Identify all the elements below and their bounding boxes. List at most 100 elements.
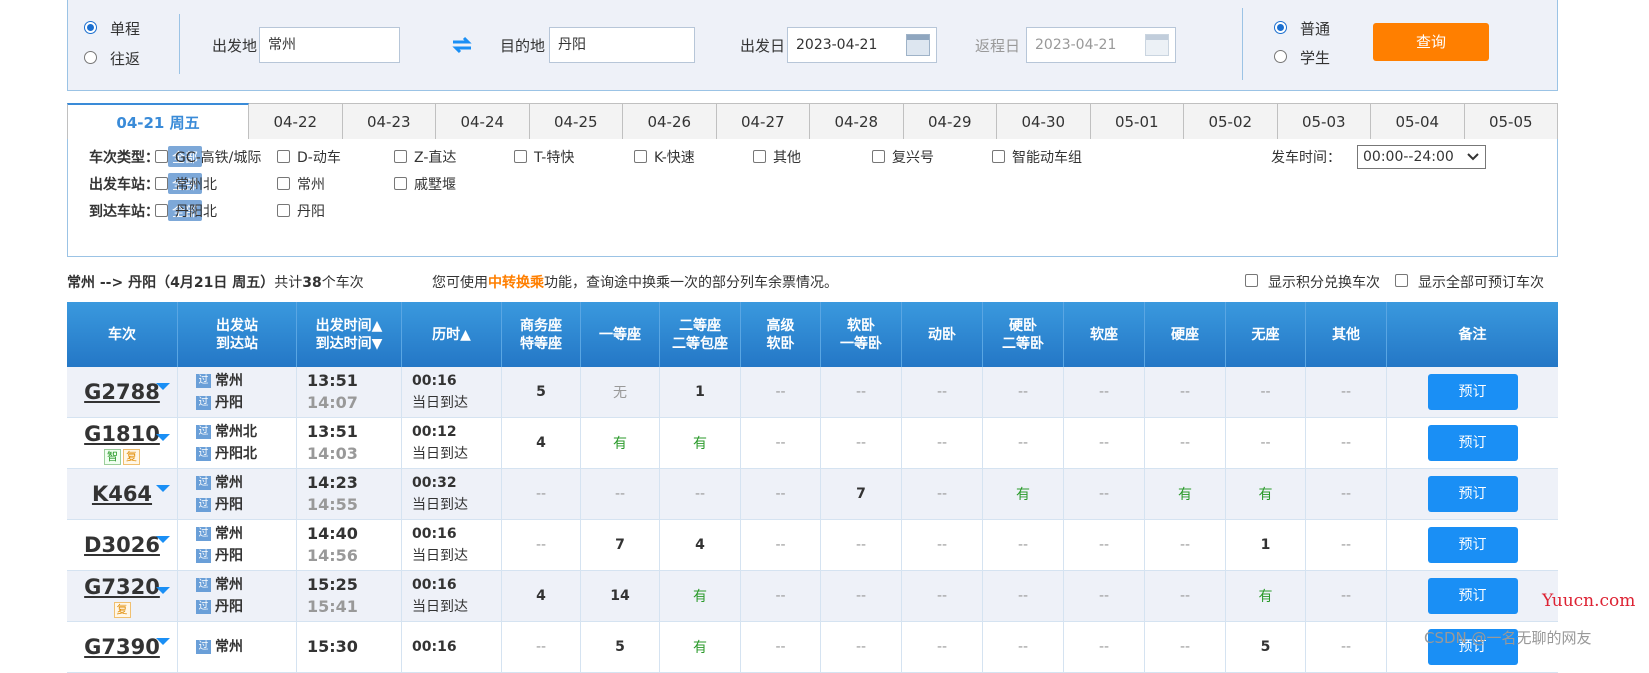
from-station-line: 过常州 <box>196 370 243 392</box>
train-number[interactable]: G7320 <box>84 575 160 599</box>
seat-availability[interactable]: 14 <box>581 571 660 621</box>
checkbox-box <box>634 150 647 163</box>
seat-availability: -- <box>821 367 902 417</box>
expand-stops-icon[interactable] <box>156 485 170 492</box>
date-tab[interactable]: 04-25 <box>529 103 623 140</box>
date-tab[interactable]: 04-26 <box>623 103 717 140</box>
ticket-student-radio[interactable] <box>1274 50 1287 67</box>
seat-availability[interactable]: 有 <box>1145 469 1226 519</box>
csdn-watermark: CSDN @一名无聊的网友 <box>1424 629 1592 647</box>
seat-availability[interactable]: 4 <box>502 571 581 621</box>
from-input[interactable]: 常州 <box>259 27 400 63</box>
filter-checkbox[interactable] <box>634 150 647 167</box>
train-number[interactable]: K464 <box>92 482 152 506</box>
seat-availability[interactable]: 1 <box>660 367 741 417</box>
filter-checkbox[interactable] <box>155 177 168 194</box>
trip-round-radio[interactable] <box>84 51 97 68</box>
trip-oneway-radio[interactable] <box>84 21 97 38</box>
seat-availability[interactable]: 有 <box>1226 469 1306 519</box>
filter-checkbox[interactable] <box>277 177 290 194</box>
train-number[interactable]: G1810 <box>84 422 160 446</box>
query-button[interactable]: 查询 <box>1373 23 1489 61</box>
transfer-link[interactable]: 中转换乘 <box>488 275 544 291</box>
date-tab[interactable]: 04-28 <box>810 103 904 140</box>
arrive-station-label: 到达车站： <box>89 204 159 220</box>
points-trains-checkbox[interactable] <box>1245 274 1258 291</box>
seat-availability[interactable]: 5 <box>581 622 660 672</box>
filter-checkbox[interactable] <box>277 150 290 167</box>
seat-availability[interactable]: 5 <box>502 367 581 417</box>
hint-suffix: 功能，查询途中换乘一次的部分列车余票情况。 <box>544 275 838 291</box>
date-tab[interactable]: 05-04 <box>1371 103 1465 140</box>
seat-availability[interactable]: 有 <box>581 418 660 468</box>
seat-availability[interactable]: 有 <box>1226 571 1306 621</box>
expand-stops-icon[interactable] <box>156 536 170 543</box>
date-tab[interactable]: 05-03 <box>1277 103 1371 140</box>
date-tab[interactable]: 04-21 周五 <box>67 103 249 140</box>
filter-checkbox[interactable] <box>155 150 168 167</box>
date-tab[interactable]: 05-02 <box>1184 103 1278 140</box>
date-tab[interactable]: 05-01 <box>1090 103 1184 140</box>
expand-stops-icon[interactable] <box>156 383 170 390</box>
checkbox-box <box>394 177 407 190</box>
pass-through-badge: 过 <box>196 396 211 410</box>
date-tab[interactable]: 04-23 <box>342 103 436 140</box>
seat-availability[interactable]: 5 <box>1226 622 1306 672</box>
seat-availability: -- <box>902 520 983 570</box>
station-cell: 过常州 <box>178 622 297 672</box>
filter-checkbox[interactable] <box>155 204 168 221</box>
train-number[interactable]: G7390 <box>84 635 160 659</box>
trip-oneway-label: 单程 <box>110 20 141 38</box>
seat-availability[interactable]: 有 <box>983 469 1064 519</box>
ticket-normal-radio[interactable] <box>1274 21 1287 38</box>
train-number[interactable]: G2788 <box>84 380 160 404</box>
date-tab[interactable]: 04-30 <box>997 103 1091 140</box>
filter-panel: 车次类型： 全部 GC-高铁/城际 D-动车 Z-直达 T-特快 K-快速 其他 复兴号 智能… <box>67 139 1558 257</box>
duration: 00:32 <box>412 475 457 491</box>
book-button[interactable]: 预订 <box>1427 374 1518 410</box>
seat-availability[interactable]: 4 <box>660 520 741 570</box>
expand-stops-icon[interactable] <box>156 587 170 594</box>
date-tab[interactable]: 05-05 <box>1464 103 1558 140</box>
expand-stops-icon[interactable] <box>156 638 170 645</box>
book-button[interactable]: 预订 <box>1427 425 1518 461</box>
train-number[interactable]: D3026 <box>84 533 160 557</box>
seat-availability[interactable]: 有 <box>660 571 741 621</box>
filter-checkbox[interactable] <box>872 150 885 167</box>
filter-checkbox[interactable] <box>394 150 407 167</box>
column-header[interactable]: 历时▲ <box>402 302 502 367</box>
seat-availability[interactable]: 有 <box>660 418 741 468</box>
all-bookable-checkbox[interactable] <box>1395 274 1408 291</box>
calendar-icon[interactable] <box>906 34 930 56</box>
book-button[interactable]: 预订 <box>1427 476 1518 512</box>
seat-availability[interactable]: 1 <box>1226 520 1306 570</box>
filter-checkbox[interactable] <box>394 177 407 194</box>
arrival-day: 当日到达 <box>412 395 468 411</box>
from-station-line: 过常州 <box>196 574 243 596</box>
seat-availability[interactable]: 7 <box>581 520 660 570</box>
column-header[interactable]: 出发时间▲ 到达时间▼ <box>297 302 402 367</box>
from-label: 出发地 <box>212 37 258 55</box>
book-button[interactable]: 预订 <box>1427 527 1518 563</box>
duration-cell: 00:16 当日到达 <box>402 571 502 621</box>
filter-checkbox[interactable] <box>992 150 1005 167</box>
seat-availability: -- <box>983 418 1064 468</box>
filter-checkbox[interactable] <box>277 204 290 221</box>
to-input[interactable]: 丹阳 <box>549 27 695 63</box>
swap-arrows-icon[interactable] <box>451 36 473 54</box>
date-tab[interactable]: 04-22 <box>249 103 343 140</box>
expand-stops-icon[interactable] <box>156 434 170 441</box>
book-button[interactable]: 预订 <box>1427 578 1518 614</box>
date-tab[interactable]: 04-24 <box>436 103 530 140</box>
filter-checkbox[interactable] <box>753 150 766 167</box>
seat-availability[interactable]: 有 <box>660 622 741 672</box>
date-tab[interactable]: 04-29 <box>903 103 997 140</box>
depart-time-select[interactable]: 00:00--24:00 <box>1357 145 1486 169</box>
seat-availability: -- <box>1145 622 1226 672</box>
seat-availability: -- <box>1064 520 1145 570</box>
date-tab[interactable]: 04-27 <box>716 103 810 140</box>
pass-through-badge: 过 <box>196 425 211 439</box>
filter-checkbox[interactable] <box>514 150 527 167</box>
seat-availability[interactable]: 7 <box>821 469 902 519</box>
seat-availability[interactable]: 4 <box>502 418 581 468</box>
